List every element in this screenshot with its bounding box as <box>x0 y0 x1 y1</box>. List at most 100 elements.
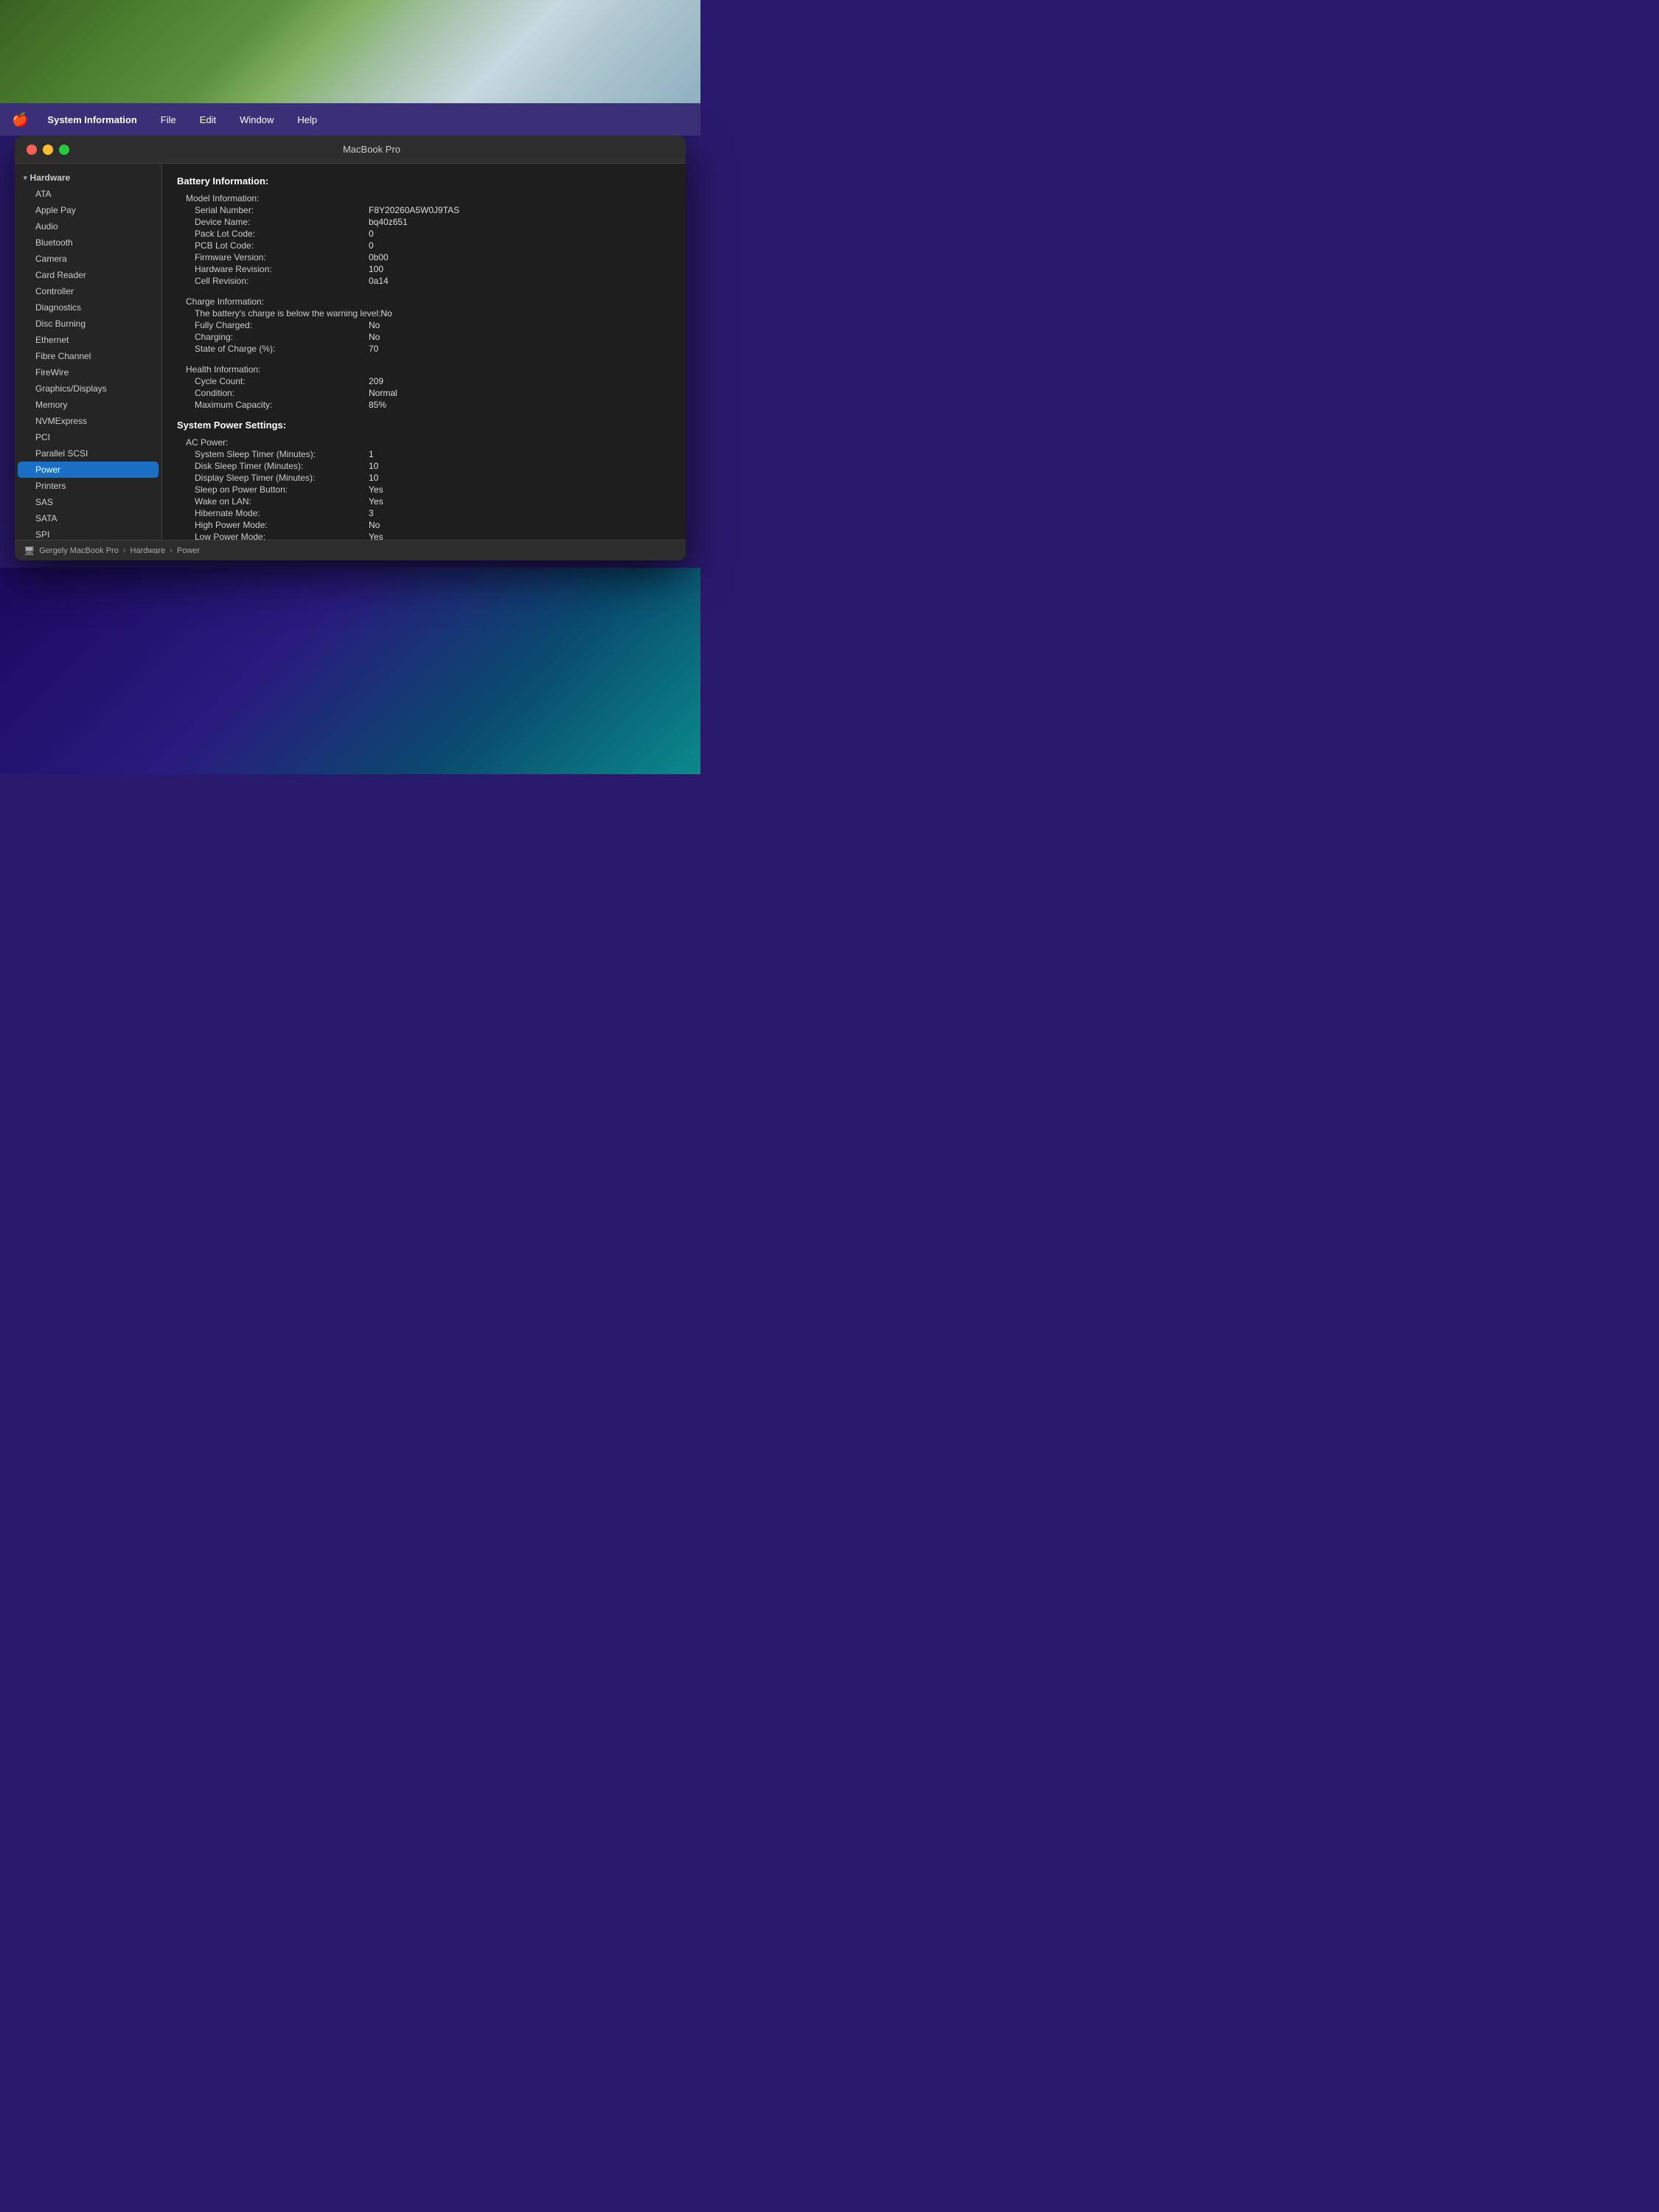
ac-low-power-value: Yes <box>369 532 383 540</box>
system-power-title: System Power Settings: <box>177 420 671 431</box>
window-title: MacBook Pro <box>69 144 674 155</box>
pack-lot-code-value: 0 <box>369 229 374 239</box>
hardware-label: Hardware <box>30 173 71 183</box>
sidebar-item-power[interactable]: Power <box>18 462 159 478</box>
apple-menu[interactable]: 🍎 <box>12 112 28 128</box>
serial-number-value: F8Y20260A5W0J9TAS <box>369 205 459 215</box>
sidebar-item-graphics[interactable]: Graphics/Displays <box>18 380 159 397</box>
sidebar-item-ata[interactable]: ATA <box>18 186 159 202</box>
device-name-label: Device Name: <box>177 217 369 227</box>
ac-power-group: AC Power: System Sleep Timer (Minutes): … <box>177 437 671 540</box>
sidebar[interactable]: ▾ Hardware ATA Apple Pay Audio Bluetooth… <box>15 164 162 540</box>
sidebar-item-sas[interactable]: SAS <box>18 494 159 510</box>
sidebar-item-pci[interactable]: PCI <box>18 429 159 445</box>
ac-hibernate-label: Hibernate Mode: <box>177 508 369 518</box>
ac-sleep-power-value: Yes <box>369 484 383 495</box>
sidebar-item-discburning[interactable]: Disc Burning <box>18 316 159 332</box>
titlebar: MacBook Pro <box>15 136 686 164</box>
computer-icon: 🖥 <box>24 546 35 556</box>
statusbar-section: Hardware <box>131 546 166 555</box>
max-capacity-label: Maximum Capacity: <box>177 400 369 410</box>
condition-value: Normal <box>369 388 397 398</box>
cycle-count-value: 209 <box>369 376 383 386</box>
ac-sleep-power-label: Sleep on Power Button: <box>177 484 369 495</box>
serial-number-label: Serial Number: <box>177 205 369 215</box>
health-info-group: Health Information: Cycle Count: 209 Con… <box>177 364 671 411</box>
sidebar-item-cardreader[interactable]: Card Reader <box>18 267 159 283</box>
statusbar-sep2: › <box>170 546 173 555</box>
ac-wake-lan-value: Yes <box>369 496 383 507</box>
pcb-lot-code-value: 0 <box>369 240 374 251</box>
hardware-revision-label: Hardware Revision: <box>177 264 369 274</box>
sidebar-item-memory[interactable]: Memory <box>18 397 159 413</box>
help-menu[interactable]: Help <box>293 113 321 127</box>
health-info-label: Health Information: <box>177 364 369 375</box>
system-information-window: MacBook Pro ▾ Hardware ATA Apple Pay Aud… <box>15 136 686 560</box>
app-name[interactable]: System Information <box>43 113 141 127</box>
ac-low-power-label: Low Power Mode: <box>177 532 369 540</box>
traffic-lights <box>27 145 69 155</box>
fully-charged-label: Fully Charged: <box>177 320 369 330</box>
file-menu[interactable]: File <box>156 113 181 127</box>
state-of-charge-value: 70 <box>369 344 378 354</box>
sidebar-item-applepay[interactable]: Apple Pay <box>18 202 159 218</box>
hardware-section-header[interactable]: ▾ Hardware <box>15 170 161 186</box>
sidebar-item-diagnostics[interactable]: Diagnostics <box>18 299 159 316</box>
ac-disk-sleep-value: 10 <box>369 461 378 471</box>
statusbar-sep1: › <box>123 546 126 555</box>
charge-warning-label: The battery's charge is below the warnin… <box>177 308 380 319</box>
model-info-group: Model Information: Serial Number: F8Y202… <box>177 192 671 287</box>
charge-info-label: Charge Information: <box>177 296 369 307</box>
sidebar-item-camera[interactable]: Camera <box>18 251 159 267</box>
cell-revision-value: 0a14 <box>369 276 389 286</box>
statusbar: 🖥 Gergely MacBook Pro › Hardware › Power <box>15 540 686 560</box>
sidebar-item-fibrechannel[interactable]: Fibre Channel <box>18 348 159 364</box>
charging-value: No <box>369 332 380 342</box>
charge-warning-value: No <box>380 308 392 319</box>
firmware-version-label: Firmware Version: <box>177 252 369 262</box>
statusbar-item: Power <box>177 546 200 555</box>
ac-power-label: AC Power: <box>177 437 369 448</box>
sidebar-item-ethernet[interactable]: Ethernet <box>18 332 159 348</box>
sidebar-item-controller[interactable]: Controller <box>18 283 159 299</box>
ac-display-sleep-label: Display Sleep Timer (Minutes): <box>177 473 369 483</box>
battery-info-title: Battery Information: <box>177 175 671 187</box>
minimize-button[interactable] <box>43 145 53 155</box>
content-area: ▾ Hardware ATA Apple Pay Audio Bluetooth… <box>15 164 686 540</box>
sidebar-item-parallelscsi[interactable]: Parallel SCSI <box>18 445 159 462</box>
sidebar-item-firewire[interactable]: FireWire <box>18 364 159 380</box>
sidebar-item-audio[interactable]: Audio <box>18 218 159 234</box>
ac-sys-sleep-label: System Sleep Timer (Minutes): <box>177 449 369 459</box>
sidebar-item-spi[interactable]: SPI <box>18 526 159 540</box>
cell-revision-label: Cell Revision: <box>177 276 369 286</box>
charging-label: Charging: <box>177 332 369 342</box>
pcb-lot-code-label: PCB Lot Code: <box>177 240 369 251</box>
sidebar-item-printers[interactable]: Printers <box>18 478 159 494</box>
firmware-version-value: 0b00 <box>369 252 389 262</box>
ac-high-power-label: High Power Mode: <box>177 520 369 530</box>
hardware-chevron: ▾ <box>24 174 27 182</box>
edit-menu[interactable]: Edit <box>195 113 220 127</box>
condition-label: Condition: <box>177 388 369 398</box>
main-panel: Battery Information: Model Information: … <box>162 164 686 540</box>
close-button[interactable] <box>27 145 37 155</box>
ac-wake-lan-label: Wake on LAN: <box>177 496 369 507</box>
statusbar-path: Gergely MacBook Pro <box>39 546 119 555</box>
hardware-revision-value: 100 <box>369 264 383 274</box>
pack-lot-code-label: Pack Lot Code: <box>177 229 369 239</box>
sidebar-item-nvmexpress[interactable]: NVMExpress <box>18 413 159 429</box>
model-info-label: Model Information: <box>177 193 369 204</box>
ac-high-power-value: No <box>369 520 380 530</box>
window-menu[interactable]: Window <box>235 113 278 127</box>
maximize-button[interactable] <box>59 145 69 155</box>
state-of-charge-label: State of Charge (%): <box>177 344 369 354</box>
ac-hibernate-value: 3 <box>369 508 374 518</box>
ac-sys-sleep-value: 1 <box>369 449 374 459</box>
sidebar-item-sata[interactable]: SATA <box>18 510 159 526</box>
sidebar-item-bluetooth[interactable]: Bluetooth <box>18 234 159 251</box>
ac-display-sleep-value: 10 <box>369 473 378 483</box>
fully-charged-value: No <box>369 320 380 330</box>
ac-disk-sleep-label: Disk Sleep Timer (Minutes): <box>177 461 369 471</box>
menubar: 🍎 System Information File Edit Window He… <box>0 103 700 136</box>
cycle-count-label: Cycle Count: <box>177 376 369 386</box>
